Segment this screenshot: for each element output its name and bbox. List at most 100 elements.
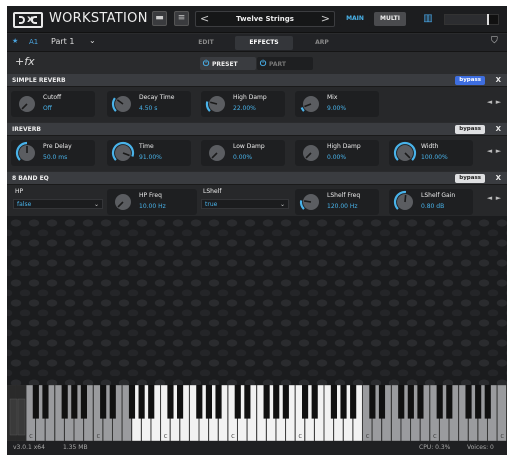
octave-label: C [29, 434, 33, 440]
tab-effects[interactable]: EFFECTS [235, 36, 293, 50]
move-right-button[interactable]: ► [494, 98, 503, 106]
param-hp-freq[interactable]: HP Freq 10.00 Hz [107, 189, 197, 215]
black-key [234, 385, 241, 419]
knob[interactable] [15, 141, 39, 165]
param-high-damp[interactable]: High Damp 22.00% [201, 91, 285, 117]
move-left-button[interactable]: ◄ [485, 98, 494, 106]
folder-icon[interactable]: ▬ [152, 11, 167, 26]
knob[interactable] [111, 141, 135, 165]
octave-label: C [366, 434, 370, 440]
next-preset-button[interactable]: > [321, 12, 330, 26]
preset-selector[interactable]: < Twelve Strings > [195, 11, 335, 27]
cpu-text: CPU: 0.3% [419, 444, 451, 451]
black-key [244, 385, 251, 419]
param-lshelf-gain[interactable]: LShelf Gain 0.80 dB [389, 189, 473, 215]
move-right-button[interactable]: ► [494, 147, 503, 155]
lshelf-select[interactable]: true ⌄ [201, 199, 289, 209]
knob[interactable] [205, 92, 229, 116]
keyboard-keys[interactable]: CCCCCCCC [7, 385, 507, 441]
fx-header: 8 BAND EQ bypass X [7, 172, 507, 185]
black-key [311, 385, 318, 419]
fx-nav: ◄ ► [485, 194, 503, 202]
black-key [109, 385, 116, 419]
black-key [215, 385, 222, 419]
close-icon[interactable]: X [496, 74, 501, 87]
param-value: 4.50 s [139, 105, 158, 112]
black-key [61, 385, 68, 419]
black-key [417, 385, 424, 419]
star-icon[interactable]: ★ [12, 37, 18, 45]
menu-icon[interactable]: ≡ [174, 11, 189, 26]
preset-fx-toggle[interactable]: ⏻ PRESET [200, 57, 256, 70]
piano-keyboard[interactable]: CCCCCCCC [7, 385, 507, 441]
param-cutoff[interactable]: Cutoff Off [11, 91, 95, 117]
keyboard-icon[interactable]: ▥ [422, 12, 434, 25]
mod-wheel [17, 398, 26, 436]
param-time[interactable]: Time 91.00% [107, 140, 191, 166]
part-fx-toggle[interactable]: ⏻ PART [257, 57, 313, 70]
param-label: Cutoff [43, 94, 62, 101]
param-low-damp[interactable]: Low Damp 0.00% [201, 140, 285, 166]
chevron-down-icon[interactable]: ⌄ [89, 36, 96, 45]
close-icon[interactable]: X [496, 123, 501, 136]
bypass-button[interactable]: bypass [455, 174, 485, 183]
part-name[interactable]: Part 1 [51, 37, 74, 46]
black-key [205, 385, 212, 419]
hp-select[interactable]: false ⌄ [13, 199, 103, 209]
black-key [128, 385, 136, 419]
param-value: 0.00% [233, 154, 253, 161]
param-mix[interactable]: Mix 9.00% [295, 91, 379, 117]
knob[interactable] [299, 141, 323, 165]
bypass-button[interactable]: bypass [455, 76, 485, 85]
param-width[interactable]: Width 100.00% [389, 140, 473, 166]
black-key [196, 385, 203, 419]
knob-pointer [303, 200, 312, 203]
tab-edit[interactable]: EDIT [177, 36, 235, 50]
prev-preset-button[interactable]: < [200, 12, 209, 26]
knob[interactable] [205, 141, 229, 165]
black-key [330, 385, 337, 419]
main-button[interactable]: MAIN [340, 12, 370, 26]
knob[interactable] [111, 190, 135, 214]
black-key [282, 385, 289, 419]
knob-arc [300, 107, 305, 112]
add-fx-button[interactable]: +fx [15, 55, 35, 68]
param-pre-delay[interactable]: Pre Delay 50.0 ms [11, 140, 95, 166]
param-label: Low Damp [233, 143, 265, 150]
knob[interactable] [15, 92, 39, 116]
param-value: 50.0 ms [43, 154, 68, 161]
bypass-button[interactable]: bypass [455, 125, 485, 134]
close-icon[interactable]: X [496, 172, 501, 185]
multi-button[interactable]: MULTI [374, 12, 406, 26]
master-volume-slider[interactable] [444, 14, 499, 25]
knob[interactable] [111, 92, 135, 116]
move-left-button[interactable]: ◄ [485, 147, 494, 155]
param-lshelf-freq[interactable]: LShelf Freq 120.00 Hz [295, 189, 379, 215]
library-icon[interactable]: ⛉ [491, 36, 501, 48]
knob[interactable] [393, 190, 417, 214]
tab-arp[interactable]: ARP [293, 36, 351, 50]
fx-name: SIMPLE REVERB [12, 77, 66, 84]
black-key [273, 385, 280, 419]
param-high-damp[interactable]: High Damp 0.00% [295, 140, 379, 166]
preset-name: Twelve Strings [236, 15, 294, 23]
octave-label: C [299, 434, 303, 440]
knob[interactable] [299, 92, 323, 116]
move-left-button[interactable]: ◄ [485, 194, 494, 202]
black-key [340, 385, 347, 419]
chevron-down-icon: ⌄ [279, 201, 285, 208]
param-value: 0.00% [327, 154, 347, 161]
power-icon: ⏻ [202, 59, 210, 68]
param-label: Mix [327, 94, 338, 101]
move-right-button[interactable]: ► [494, 194, 503, 202]
black-key [100, 385, 107, 419]
status-bar: v3.0.1 x64 1.35 MB CPU: 0.3% Voices: 0 [7, 441, 507, 455]
param-decay-time[interactable]: Decay Time 4.50 s [107, 91, 191, 117]
knob[interactable] [393, 141, 417, 165]
fx-nav: ◄ ► [485, 98, 503, 106]
fx-header: IREVERB bypass X [7, 123, 507, 136]
black-key [148, 385, 155, 419]
param-label: LShelf Gain [421, 192, 456, 199]
black-key [484, 385, 491, 419]
knob[interactable] [299, 190, 323, 214]
